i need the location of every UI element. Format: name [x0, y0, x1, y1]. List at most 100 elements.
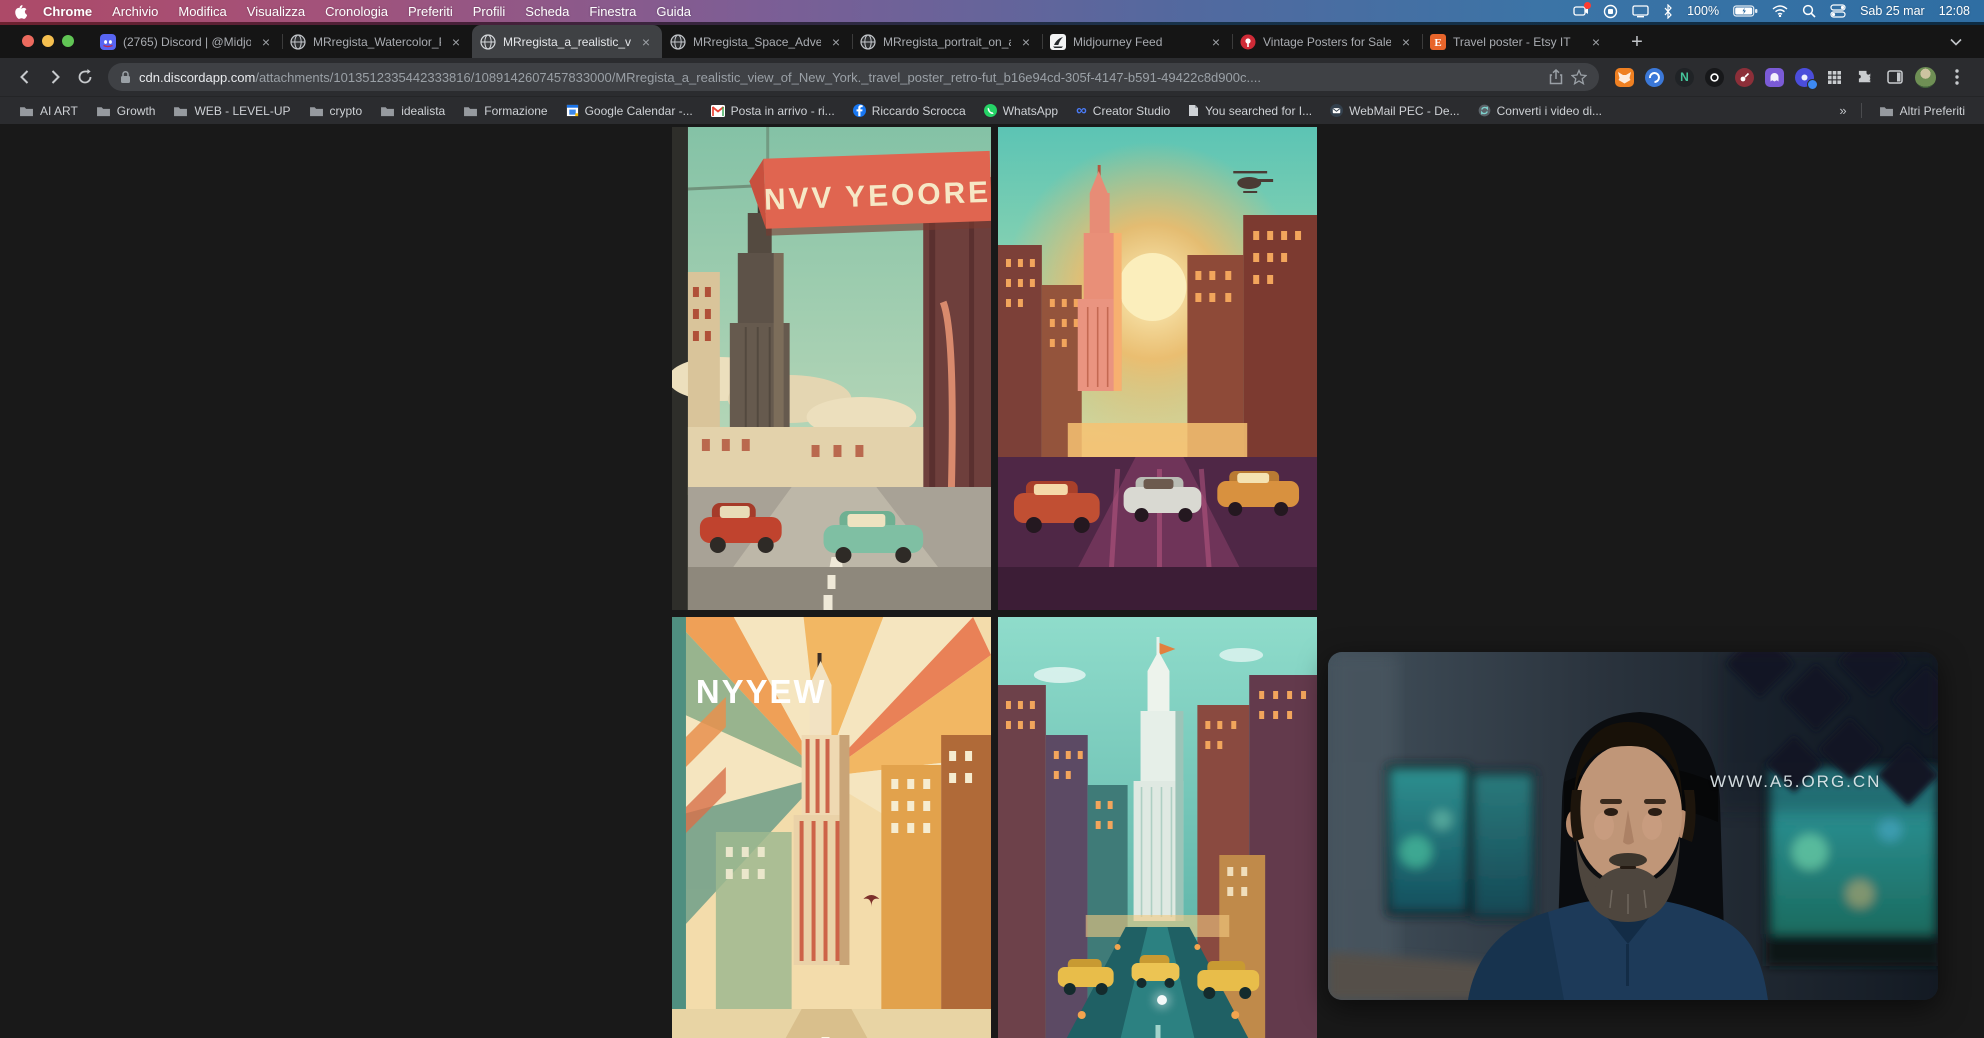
- battery-icon[interactable]: [1733, 5, 1758, 17]
- profile-avatar[interactable]: [1915, 67, 1936, 88]
- screen-recording-icon[interactable]: [1573, 4, 1589, 18]
- dark-extension-icon[interactable]: [1705, 68, 1724, 87]
- apple-menu-icon[interactable]: [14, 4, 27, 19]
- window-zoom-button[interactable]: [62, 35, 74, 47]
- tab-close-icon[interactable]: ×: [1588, 34, 1604, 50]
- reload-button[interactable]: [70, 62, 100, 92]
- folder-icon: [173, 105, 188, 117]
- stop-record-icon[interactable]: [1603, 4, 1618, 19]
- tab-title: Midjourney Feed: [1073, 35, 1201, 49]
- tab-close-icon[interactable]: ×: [638, 34, 654, 50]
- tab-midjourney-feed[interactable]: Midjourney Feed ×: [1042, 25, 1232, 58]
- share-icon[interactable]: [1549, 69, 1563, 85]
- tab-realistic-view-active[interactable]: MRregista_a_realistic_vie ×: [472, 25, 662, 58]
- bluetooth-icon[interactable]: [1663, 4, 1673, 19]
- bookmark-folder-idealista[interactable]: idealista: [371, 104, 454, 118]
- tab-title: MRregista_portrait_on_a_: [883, 35, 1011, 49]
- page-icon: [1188, 104, 1199, 117]
- bookmarks-overflow-chevrons[interactable]: »: [1833, 103, 1852, 118]
- globe-favicon: [670, 34, 686, 50]
- tab-close-icon[interactable]: ×: [258, 34, 274, 50]
- chrome-toolbar: cdn.discordapp.com/attachments/101351233…: [0, 58, 1984, 96]
- menu-archivio[interactable]: Archivio: [102, 4, 168, 19]
- bookmark-folder-altri-preferiti[interactable]: Altri Preferiti: [1870, 104, 1974, 118]
- window-minimize-button[interactable]: [42, 35, 54, 47]
- webcam-pip-overlay: WWW.A5.ORG.CN: [1328, 652, 1938, 1000]
- new-tab-button[interactable]: +: [1622, 27, 1652, 57]
- menu-preferiti[interactable]: Preferiti: [398, 4, 463, 19]
- bookmark-gmail-inbox[interactable]: Posta in arrivo - ri...: [702, 104, 844, 118]
- tab-close-icon[interactable]: ×: [448, 34, 464, 50]
- meta-infinity-icon: ∞: [1076, 106, 1087, 116]
- menu-finestra[interactable]: Finestra: [579, 4, 646, 19]
- gmail-icon: [711, 105, 725, 117]
- tab-search-chevron-icon[interactable]: [1944, 30, 1968, 54]
- chrome-tabstrip: (2765) Discord | @Midjou × MRregista_Wat…: [0, 25, 1984, 58]
- menu-guida[interactable]: Guida: [646, 4, 701, 19]
- google-calendar-icon: [566, 104, 579, 117]
- menu-chrome[interactable]: Chrome: [33, 4, 102, 19]
- menubar-date[interactable]: Sab 25 mar: [1860, 4, 1925, 18]
- bookmark-folder-crypto[interactable]: crypto: [300, 104, 372, 118]
- tab-vintage-posters[interactable]: Vintage Posters for Sale | ×: [1232, 25, 1422, 58]
- extensions-row: N: [1607, 67, 1974, 88]
- folder-icon: [96, 105, 111, 117]
- etsy-favicon: E: [1430, 34, 1446, 50]
- tab-close-icon[interactable]: ×: [828, 34, 844, 50]
- extensions-puzzle-icon[interactable]: [1855, 68, 1874, 87]
- tab-title: MRregista_a_realistic_vie: [503, 35, 631, 49]
- menu-cronologia[interactable]: Cronologia: [315, 4, 398, 19]
- bookmark-folder-growth[interactable]: Growth: [87, 104, 165, 118]
- purple-extension-icon[interactable]: [1765, 68, 1784, 87]
- tab-watercolor[interactable]: MRregista_Watercolor_Pa ×: [282, 25, 472, 58]
- bookmark-whatsapp[interactable]: WhatsApp: [975, 104, 1067, 118]
- bookmark-creator-studio[interactable]: ∞ Creator Studio: [1067, 104, 1179, 118]
- bookmark-google-calendar[interactable]: Google Calendar -...: [557, 104, 702, 118]
- colorpicker-extension-icon[interactable]: [1735, 68, 1754, 87]
- bookmark-star-icon[interactable]: [1571, 69, 1587, 85]
- blue-extension-icon[interactable]: [1645, 68, 1664, 87]
- url-domain: cdn.discordapp.com: [139, 70, 255, 85]
- notion-extension-icon[interactable]: N: [1675, 68, 1694, 87]
- tab-close-icon[interactable]: ×: [1208, 34, 1224, 50]
- forward-button[interactable]: [40, 62, 70, 92]
- window-close-button[interactable]: [22, 35, 34, 47]
- menubar-time[interactable]: 12:08: [1939, 4, 1970, 18]
- display-icon[interactable]: [1632, 5, 1649, 18]
- facebook-icon: [853, 104, 866, 117]
- metamask-extension-icon[interactable]: [1615, 68, 1634, 87]
- tab-portrait[interactable]: MRregista_portrait_on_a_ ×: [852, 25, 1042, 58]
- extension-badge: [1807, 79, 1818, 90]
- chrome-menu-dots-icon[interactable]: [1947, 68, 1966, 87]
- bookmark-webmail-pec[interactable]: WebMail PEC - De...: [1321, 104, 1468, 118]
- menu-scheda[interactable]: Scheda: [515, 4, 579, 19]
- bookmark-video-converter[interactable]: Converti i video di...: [1469, 104, 1611, 118]
- bookmark-folder-formazione[interactable]: Formazione: [454, 104, 556, 118]
- tab-close-icon[interactable]: ×: [1398, 34, 1414, 50]
- back-button[interactable]: [10, 62, 40, 92]
- wifi-icon[interactable]: [1772, 5, 1788, 17]
- folder-icon: [463, 105, 478, 117]
- bookmark-folder-web-level-up[interactable]: WEB - LEVEL-UP: [164, 104, 299, 118]
- bookmark-you-searched[interactable]: You searched for I...: [1179, 104, 1321, 118]
- tab-title: MRregista_Watercolor_Pa: [313, 35, 441, 49]
- tab-etsy[interactable]: E Travel poster - Etsy IT ×: [1422, 25, 1612, 58]
- menu-profili[interactable]: Profili: [463, 4, 516, 19]
- bookmarks-bar: AI ART Growth WEB - LEVEL-UP crypto idea…: [0, 96, 1984, 124]
- bookmark-facebook-profile[interactable]: Riccardo Scrocca: [844, 104, 975, 118]
- control-center-icon[interactable]: [1830, 4, 1846, 18]
- tab-close-icon[interactable]: ×: [1018, 34, 1034, 50]
- bookmark-folder-ai-art[interactable]: AI ART: [10, 104, 87, 118]
- side-panel-icon[interactable]: [1885, 68, 1904, 87]
- tab-space-adventure[interactable]: MRregista_Space_Advent ×: [662, 25, 852, 58]
- indigo-extension-icon[interactable]: [1795, 68, 1814, 87]
- cursor-highlight: [1157, 995, 1167, 1005]
- spotlight-search-icon[interactable]: [1802, 4, 1816, 18]
- address-bar[interactable]: cdn.discordapp.com/attachments/101351233…: [108, 63, 1599, 91]
- pip-watermark: WWW.A5.ORG.CN: [1710, 772, 1881, 792]
- menu-modifica[interactable]: Modifica: [168, 4, 236, 19]
- grid-extension-icon[interactable]: [1825, 68, 1844, 87]
- menu-visualizza[interactable]: Visualizza: [237, 4, 315, 19]
- svg-text:E: E: [1434, 37, 1441, 49]
- tab-discord[interactable]: (2765) Discord | @Midjou ×: [92, 25, 282, 58]
